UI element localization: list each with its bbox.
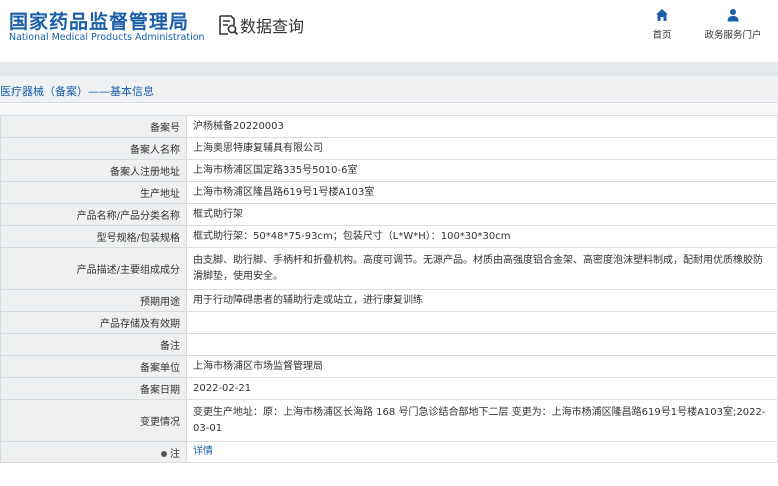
row-value: 框式助行架：50*48*75-93cm；包装尺寸（L*W*H）：100*30*3… <box>186 225 778 248</box>
user-icon <box>727 9 739 22</box>
pin-icon <box>161 450 167 457</box>
row-value <box>186 311 778 334</box>
logo-english[interactable]: National Medical Products Administration <box>9 32 205 43</box>
nav-home-label: 首页 <box>652 30 672 41</box>
row-value: 详情 <box>186 441 778 463</box>
row-value: 2022-02-21 <box>186 377 778 400</box>
logo-chinese[interactable]: 国家药品监督管理局 <box>9 7 189 34</box>
table-row: 产品描述/主要组成成分 由支脚、助行脚、手柄杆和折叠机构。高度可调节。无源产品。… <box>0 247 778 290</box>
table-row: 预期用途 用于行动障碍患者的辅助行走或站立，进行康复训练 <box>0 289 778 312</box>
row-label: 产品描述/主要组成成分 <box>0 247 187 290</box>
section-title: 医疗器械（备案）——基本信息 <box>0 85 154 98</box>
table-row: 备案单位 上海市杨浦区市场监督管理局 <box>0 355 778 378</box>
row-value: 用于行动障碍患者的辅助行走或站立，进行康复训练 <box>186 289 778 312</box>
row-label: 型号规格/包装规格 <box>0 225 187 248</box>
row-label: 备案人注册地址 <box>0 159 187 182</box>
nav-services-button[interactable]: 政务服务门户 <box>700 8 766 41</box>
page-title: 数据查询 <box>240 17 305 36</box>
row-value: 变更生产地址：原：上海市杨浦区长海路 168 号门急诊结合部地下二层 变更为：上… <box>186 399 778 442</box>
table-row: 产品存储及有效期 <box>0 311 778 334</box>
row-label: 备注 <box>0 333 187 356</box>
header-divider <box>0 62 778 76</box>
table-row: 备案号 沪杨械备20220003 <box>0 115 778 138</box>
row-label: 产品存储及有效期 <box>0 311 187 334</box>
table-row: 型号规格/包装规格 框式助行架：50*48*75-93cm；包装尺寸（L*W*H… <box>0 225 778 248</box>
nav-home-button[interactable]: 首页 <box>632 8 692 41</box>
row-value: 由支脚、助行脚、手柄杆和折叠机构。高度可调节。无源产品。材质由高强度铝合金架、高… <box>186 247 778 290</box>
home-icon <box>656 9 668 21</box>
nav-services-label: 政务服务门户 <box>704 30 762 41</box>
row-value <box>186 333 778 356</box>
row-label: 预期用途 <box>0 289 187 312</box>
table-row: 变更情况 变更生产地址：原：上海市杨浦区长海路 168 号门急诊结合部地下二层 … <box>0 399 778 442</box>
row-label: 备案人名称 <box>0 137 187 160</box>
row-label: 备案单位 <box>0 355 187 378</box>
row-value: 上海市杨浦区市场监督管理局 <box>186 355 778 378</box>
data-query-icon <box>219 15 239 36</box>
site-header: 国家药品监督管理局 National Medical Products Admi… <box>0 0 778 62</box>
row-value: 框式助行架 <box>186 203 778 226</box>
note-label: 注 <box>170 448 180 460</box>
section-spacer <box>0 104 778 115</box>
detail-link[interactable]: 详情 <box>193 446 213 457</box>
table-row: 备案日期 2022-02-21 <box>0 377 778 400</box>
info-table: 备案号 沪杨械备20220003 备案人名称 上海奥思特康复辅具有限公司 备案人… <box>0 115 778 463</box>
row-value: 沪杨械备20220003 <box>186 115 778 138</box>
table-row: 备注 <box>0 333 778 356</box>
table-row: 备案人注册地址 上海市杨浦区国定路335号5010-6室 <box>0 159 778 182</box>
row-value: 上海奥思特康复辅具有限公司 <box>186 137 778 160</box>
table-row: 生产地址 上海市杨浦区隆昌路619号1号楼A103室 <box>0 181 778 204</box>
row-label: 产品名称/产品分类名称 <box>0 203 187 226</box>
table-row: 备案人名称 上海奥思特康复辅具有限公司 <box>0 137 778 160</box>
row-value: 上海市杨浦区国定路335号5010-6室 <box>186 159 778 182</box>
row-label: 备案号 <box>0 115 187 138</box>
table-row: 产品名称/产品分类名称 框式助行架 <box>0 203 778 226</box>
row-label: 变更情况 <box>0 399 187 442</box>
row-label-note: 注 <box>0 441 187 463</box>
section-title-bar: 医疗器械（备案）——基本信息 <box>0 76 778 103</box>
row-value: 上海市杨浦区隆昌路619号1号楼A103室 <box>186 181 778 204</box>
table-row: 注 详情 <box>0 441 778 463</box>
row-label: 备案日期 <box>0 377 187 400</box>
row-label: 生产地址 <box>0 181 187 204</box>
